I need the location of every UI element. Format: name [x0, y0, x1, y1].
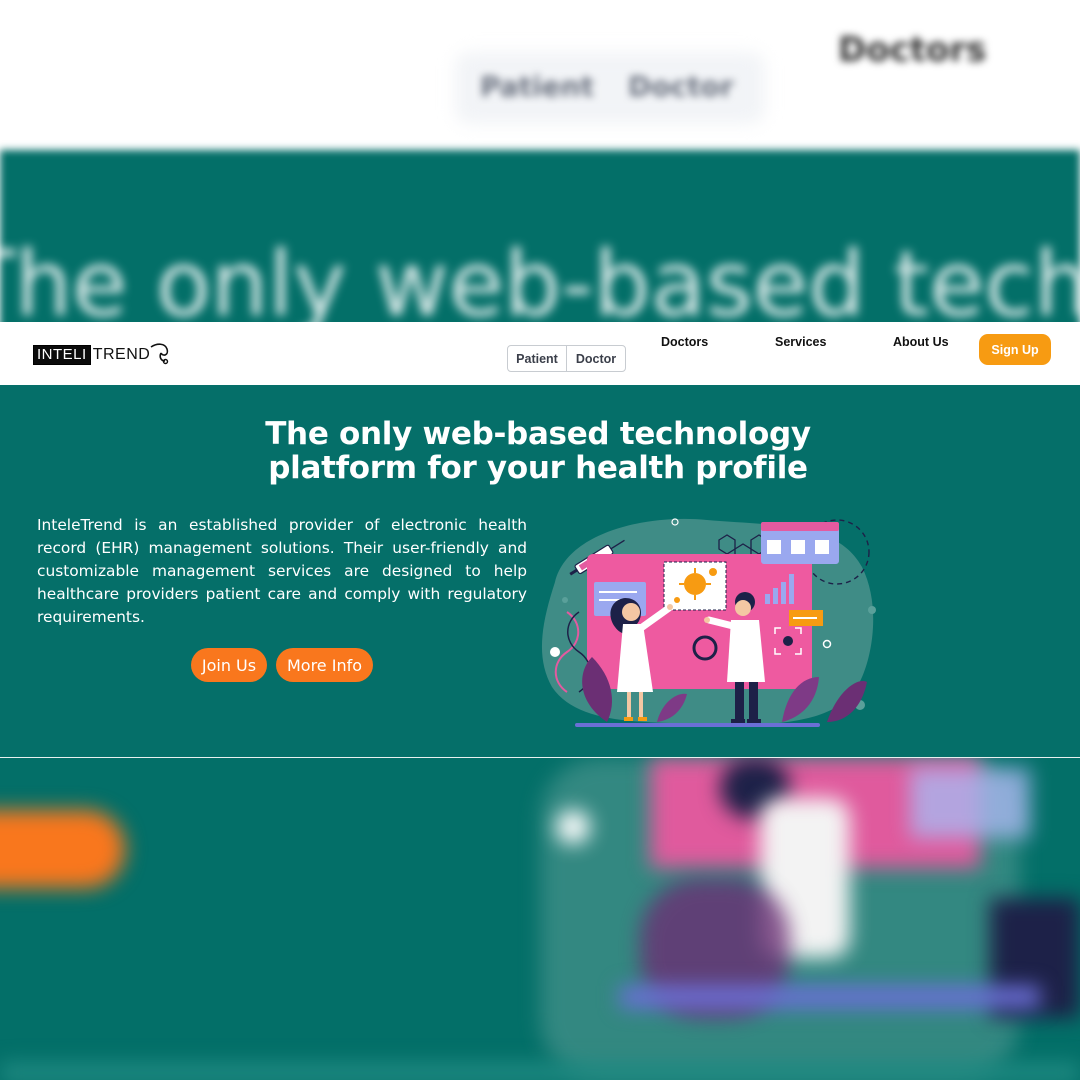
blurred-bottom-strip: [0, 1063, 1080, 1080]
blurred-orange-button: [0, 810, 125, 888]
blurred-floor: [620, 986, 1040, 1008]
nav-services-link[interactable]: Services: [775, 335, 826, 349]
hero-description: InteleTrend is an established provider o…: [37, 516, 527, 626]
blurred-blue-panel: [910, 768, 1030, 838]
blurred-patient-text: Patient: [480, 70, 594, 103]
logo[interactable]: INTELI TREND: [33, 341, 171, 370]
role-patient-button[interactable]: Patient: [508, 346, 566, 371]
role-doctor-button[interactable]: Doctor: [566, 346, 625, 371]
more-info-button[interactable]: More Info: [276, 648, 373, 682]
nav-about-us-link[interactable]: About Us: [893, 335, 949, 349]
role-toggle: Patient Doctor: [507, 345, 626, 372]
hero-title-line-1: The only web-based technology: [265, 416, 811, 452]
join-us-button[interactable]: Join Us: [191, 648, 267, 682]
blurred-background-top: Patient Doctor Doctors The only web-base…: [0, 0, 1080, 322]
sign-up-button[interactable]: Sign Up: [979, 334, 1051, 365]
blurred-dot: [556, 810, 590, 844]
blurred-background-bottom: [0, 758, 1080, 1080]
logo-text: TREND: [92, 346, 151, 363]
stethoscope-icon: [149, 341, 171, 370]
hero-title: The only web-based technology platform f…: [0, 417, 1076, 485]
blurred-doctors-link: Doctors: [838, 30, 987, 70]
nav-doctors-link[interactable]: Doctors: [661, 335, 708, 349]
logo-boxed-text: INTELI: [33, 345, 91, 365]
blurred-doctor-text: Doctor: [628, 70, 734, 103]
hero-title-line-2: platform for your health profile: [268, 450, 808, 486]
blurred-headline: The only web-based technology: [0, 232, 1080, 322]
doctors-research-illustration: [537, 512, 882, 732]
